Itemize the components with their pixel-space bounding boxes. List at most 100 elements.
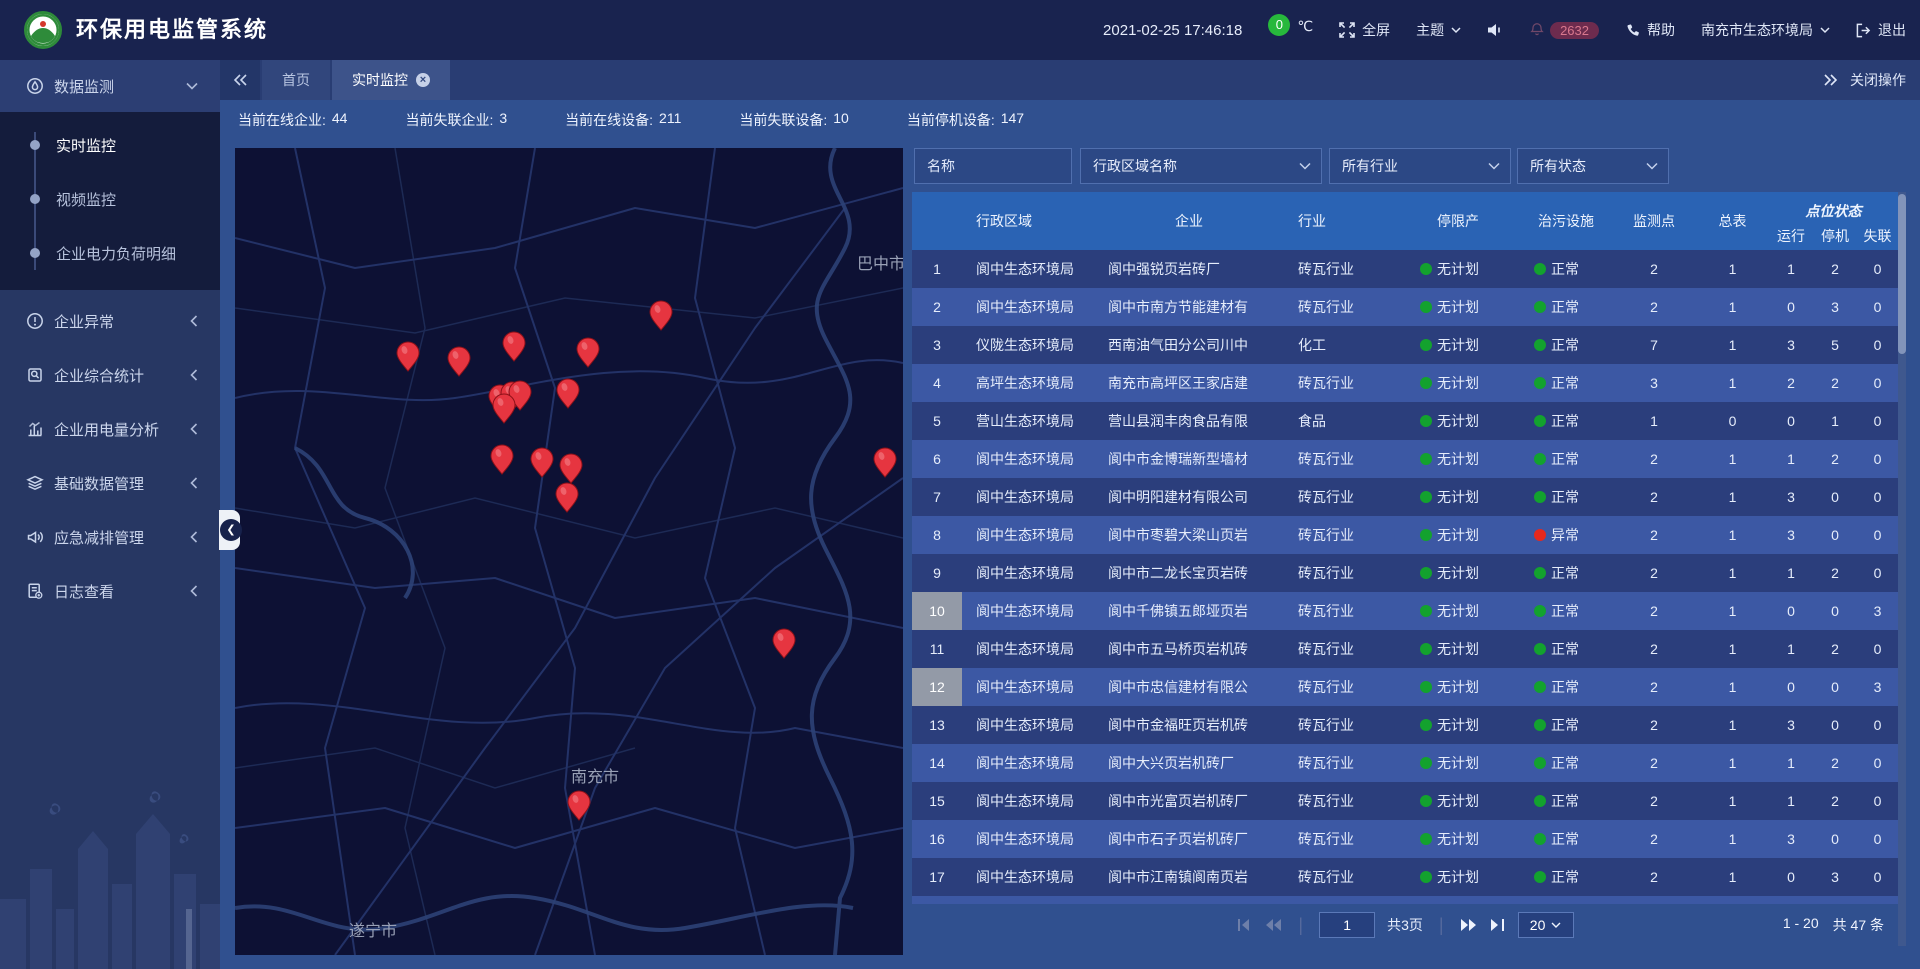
table-row[interactable]: 18 南部生态环境局 南部县砌兴水泥有限公 建材加工 无计划 正常 6 2 0 … bbox=[912, 896, 1898, 904]
tab-1[interactable]: 实时监控 × bbox=[332, 60, 450, 100]
cell-stop: 0 bbox=[1813, 603, 1857, 619]
table-row[interactable]: 15 阆中生态环境局 阆中市光富页岩机砖厂 砖瓦行业 无计划 正常 2 1 1 … bbox=[912, 782, 1898, 820]
cell-meter: 1 bbox=[1696, 489, 1769, 505]
map-pin-icon[interactable] bbox=[491, 445, 513, 474]
cell-company: 阆中大兴页岩机砖厂 bbox=[1094, 753, 1284, 773]
map-panel[interactable]: 巴中市南充市遂宁市 bbox=[235, 148, 903, 955]
org-name: 南充市生态环境局 bbox=[1701, 20, 1813, 40]
row-index: 5 bbox=[912, 402, 962, 440]
tabs-scroll-left-button[interactable] bbox=[220, 60, 260, 100]
sidebar-subitem-1[interactable]: 视频监控 bbox=[0, 172, 220, 226]
map-pin-icon[interactable] bbox=[503, 332, 525, 361]
table-row[interactable]: 14 阆中生态环境局 阆中大兴页岩机砖厂 砖瓦行业 无计划 正常 2 1 1 2… bbox=[912, 744, 1898, 782]
sidebar-item-4[interactable]: 基础数据管理 bbox=[0, 456, 220, 510]
table-row[interactable]: 11 阆中生态环境局 阆中市五马桥页岩机砖 砖瓦行业 无计划 正常 2 1 1 … bbox=[912, 630, 1898, 668]
cell-facility: 正常 bbox=[1520, 259, 1612, 279]
map-pin-icon[interactable] bbox=[568, 791, 590, 820]
map-pin-icon[interactable] bbox=[556, 483, 578, 512]
table-row[interactable]: 2 阆中生态环境局 阆中市南方节能建材有 砖瓦行业 无计划 正常 2 1 0 3… bbox=[912, 288, 1898, 326]
table-row[interactable]: 6 阆中生态环境局 阆中市金博瑞新型墙材 砖瓦行业 无计划 正常 2 1 1 2… bbox=[912, 440, 1898, 478]
table-row[interactable]: 1 阆中生态环境局 阆中强锐页岩砖厂 砖瓦行业 无计划 正常 2 1 1 2 0 bbox=[912, 250, 1898, 288]
sidebar-item-0[interactable]: 数据监测 bbox=[0, 60, 220, 112]
name-search-input[interactable] bbox=[914, 148, 1072, 184]
table-row[interactable]: 5 营山生态环境局 营山县润丰肉食品有限 食品 无计划 正常 1 0 0 1 0 bbox=[912, 402, 1898, 440]
sidebar-item-5[interactable]: 应急减排管理 bbox=[0, 510, 220, 564]
cell-run: 1 bbox=[1769, 451, 1813, 467]
cell-region: 阆中生态环境局 bbox=[962, 791, 1094, 811]
sidebar-collapse-button[interactable]: ❮ bbox=[219, 510, 240, 550]
first-page-button[interactable] bbox=[1236, 918, 1252, 932]
sidebar-item-1[interactable]: 企业异常 bbox=[0, 294, 220, 348]
cell-plan: 无计划 bbox=[1396, 563, 1520, 583]
cell-company: 阆中市光富页岩机砖厂 bbox=[1094, 791, 1284, 811]
table-row[interactable]: 4 高坪生态环境局 南充市高坪区王家店建 砖瓦行业 无计划 正常 3 1 2 2… bbox=[912, 364, 1898, 402]
table-row[interactable]: 8 阆中生态环境局 阆中市枣碧大梁山页岩 砖瓦行业 无计划 异常 2 1 3 0… bbox=[912, 516, 1898, 554]
row-index: 17 bbox=[912, 858, 962, 896]
pagination-divider: | bbox=[1294, 915, 1307, 936]
map-pin-icon[interactable] bbox=[650, 301, 672, 330]
table-row[interactable]: 17 阆中生态环境局 阆中市江南镇阆南页岩 砖瓦行业 无计划 正常 2 1 0 … bbox=[912, 858, 1898, 896]
map-pin-icon[interactable] bbox=[874, 448, 896, 477]
status-dot-icon bbox=[1420, 491, 1432, 503]
logout-button[interactable]: 退出 bbox=[1856, 20, 1906, 40]
map-pin-icon[interactable] bbox=[531, 448, 553, 477]
page-size-select[interactable]: 20 bbox=[1518, 912, 1574, 938]
map-city-label: 巴中市 bbox=[857, 255, 903, 273]
fullscreen-button[interactable]: 全屏 bbox=[1339, 20, 1390, 40]
table-row[interactable]: 12 阆中生态环境局 阆中市忠信建材有限公 砖瓦行业 无计划 正常 2 1 0 … bbox=[912, 668, 1898, 706]
cell-lost: 0 bbox=[1857, 261, 1898, 277]
cell-region: 阆中生态环境局 bbox=[962, 563, 1094, 583]
table-panel: 行政区域名称 所有行业 所有状态 bbox=[912, 148, 1906, 955]
map-pin-icon[interactable] bbox=[577, 338, 599, 367]
cell-stop: 0 bbox=[1813, 489, 1857, 505]
table-row[interactable]: 13 阆中生态环境局 阆中市金福旺页岩机砖 砖瓦行业 无计划 正常 2 1 3 … bbox=[912, 706, 1898, 744]
table-scrollbar[interactable] bbox=[1898, 192, 1906, 946]
region-select[interactable]: 行政区域名称 bbox=[1080, 148, 1322, 184]
table-body: 1 阆中生态环境局 阆中强锐页岩砖厂 砖瓦行业 无计划 正常 2 1 1 2 0… bbox=[912, 250, 1898, 904]
notifications-button[interactable]: 2632 bbox=[1529, 22, 1599, 39]
close-icon[interactable]: × bbox=[416, 73, 430, 87]
theme-menu[interactable]: 主题 bbox=[1416, 20, 1461, 40]
table-row[interactable]: 7 阆中生态环境局 阆中明阳建材有限公司 砖瓦行业 无计划 正常 2 1 3 0… bbox=[912, 478, 1898, 516]
map-pin-icon[interactable] bbox=[773, 629, 795, 658]
mute-button[interactable] bbox=[1487, 23, 1503, 37]
help-button[interactable]: 帮助 bbox=[1625, 20, 1675, 40]
stat-label: 当前失联设备: bbox=[739, 110, 827, 130]
next-page-button[interactable] bbox=[1460, 918, 1478, 932]
map-pin-icon[interactable] bbox=[493, 394, 515, 423]
sidebar-item-label: 企业用电量分析 bbox=[54, 419, 159, 440]
col-group-point-status: 点位状态 bbox=[1769, 192, 1898, 222]
map-pin-icon[interactable] bbox=[560, 454, 582, 483]
industry-select[interactable]: 所有行业 bbox=[1329, 148, 1511, 184]
map-minor-roads bbox=[235, 148, 903, 955]
status-select[interactable]: 所有状态 bbox=[1517, 148, 1669, 184]
close-operations-button[interactable]: 关闭操作 bbox=[1850, 70, 1906, 90]
logout-icon bbox=[1856, 23, 1871, 38]
table-row[interactable]: 9 阆中生态环境局 阆中市二龙长宝页岩砖 砖瓦行业 无计划 正常 2 1 1 2… bbox=[912, 554, 1898, 592]
double-chevron-right-icon[interactable] bbox=[1824, 74, 1838, 86]
cell-industry: 砖瓦行业 bbox=[1284, 449, 1396, 469]
page-number-input[interactable] bbox=[1319, 912, 1375, 938]
map-pin-icon[interactable] bbox=[557, 379, 579, 408]
cell-meter: 1 bbox=[1696, 679, 1769, 695]
prev-page-button[interactable] bbox=[1264, 918, 1282, 932]
sidebar-item-2[interactable]: 企业综合统计 bbox=[0, 348, 220, 402]
org-menu[interactable]: 南充市生态环境局 bbox=[1701, 20, 1830, 40]
last-page-button[interactable] bbox=[1490, 918, 1506, 932]
app-logo bbox=[24, 11, 62, 49]
table-row[interactable]: 3 仪陇生态环境局 西南油气田分公司川中 化工 无计划 正常 7 1 3 5 0 bbox=[912, 326, 1898, 364]
row-index: 12 bbox=[912, 668, 962, 706]
sidebar-subitem-2[interactable]: 企业电力负荷明细 bbox=[0, 226, 220, 280]
cell-region: 阆中生态环境局 bbox=[962, 867, 1094, 887]
skyline-watermark bbox=[0, 779, 220, 969]
table-row[interactable]: 10 阆中生态环境局 阆中千佛镇五郎垭页岩 砖瓦行业 无计划 正常 2 1 0 … bbox=[912, 592, 1898, 630]
tabbar: 首页 实时监控 × 关闭操作 bbox=[220, 60, 1920, 100]
cell-region: 营山生态环境局 bbox=[962, 411, 1094, 431]
map-pin-icon[interactable] bbox=[448, 347, 470, 376]
sidebar-item-6[interactable]: 日志查看 bbox=[0, 564, 220, 618]
sidebar-subitem-0[interactable]: 实时监控 bbox=[0, 118, 220, 172]
tab-0[interactable]: 首页 bbox=[262, 60, 330, 100]
table-row[interactable]: 16 阆中生态环境局 阆中市石子页岩机砖厂 砖瓦行业 无计划 正常 2 1 3 … bbox=[912, 820, 1898, 858]
sidebar-item-3[interactable]: 企业用电量分析 bbox=[0, 402, 220, 456]
scrollbar-thumb[interactable] bbox=[1898, 194, 1906, 354]
